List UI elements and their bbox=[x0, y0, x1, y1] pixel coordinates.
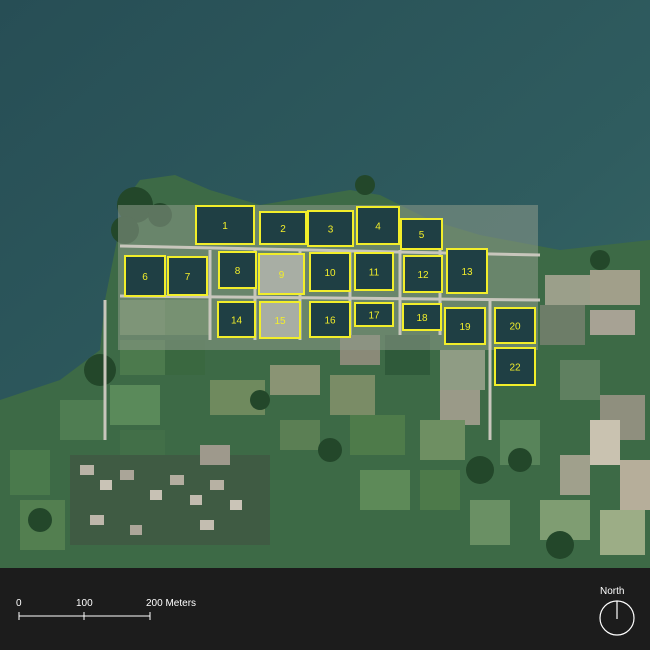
plot-label: 19 bbox=[459, 322, 471, 333]
plot-16: 16 bbox=[309, 301, 351, 338]
plot-14: 14 bbox=[217, 301, 256, 338]
plot-label: 14 bbox=[231, 316, 243, 327]
plot-10: 10 bbox=[309, 252, 351, 292]
plot-label: 7 bbox=[185, 272, 191, 283]
scale-label-100: 100 bbox=[76, 598, 93, 609]
scale-label-0: 0 bbox=[16, 598, 22, 609]
plot-label: 2 bbox=[280, 224, 286, 235]
plot-label: 20 bbox=[509, 322, 521, 333]
aerial-map: 1 2 3 4 5 6 7 8 9 10 11 12 13 14 15 16 17 18 19 20 22 bbox=[0, 0, 650, 568]
plot-4: 4 bbox=[356, 206, 400, 245]
plot-11: 11 bbox=[354, 252, 394, 291]
plot-label: 8 bbox=[235, 266, 241, 277]
plot-label: 18 bbox=[416, 313, 428, 324]
plot-label: 12 bbox=[417, 270, 429, 281]
plot-label: 3 bbox=[328, 225, 334, 236]
plot-13: 13 bbox=[446, 248, 488, 294]
plot-22: 22 bbox=[494, 347, 536, 386]
plot-20: 20 bbox=[494, 307, 536, 344]
scale-label-200: 200 Meters bbox=[146, 598, 197, 609]
plot-label: 11 bbox=[369, 268, 380, 279]
plot-18: 18 bbox=[402, 303, 442, 331]
plot-label: 9 bbox=[279, 270, 285, 281]
plot-2: 2 bbox=[259, 211, 307, 245]
plot-label: 1 bbox=[222, 221, 228, 232]
plot-7: 7 bbox=[167, 256, 208, 296]
plot-label: 22 bbox=[509, 363, 521, 374]
plot-12: 12 bbox=[403, 255, 443, 293]
plot-3: 3 bbox=[307, 210, 354, 247]
plot-8: 8 bbox=[218, 251, 257, 289]
plot-label: 13 bbox=[461, 267, 473, 278]
north-label: North bbox=[600, 586, 625, 597]
plot-15: 15 bbox=[259, 301, 301, 339]
scale-bar bbox=[18, 600, 635, 636]
plot-5: 5 bbox=[400, 218, 443, 250]
plot-17: 17 bbox=[354, 302, 394, 327]
north-arrow-icon bbox=[599, 600, 635, 636]
plot-label: 4 bbox=[375, 222, 381, 233]
village bbox=[70, 445, 270, 545]
map-footer: 0 100 200 Meters bbox=[0, 568, 650, 650]
plot-1: 1 bbox=[195, 205, 255, 245]
plot-label: 15 bbox=[274, 316, 286, 327]
plot-19: 19 bbox=[444, 307, 486, 345]
plot-label: 5 bbox=[419, 230, 425, 241]
plot-6: 6 bbox=[124, 255, 166, 297]
plot-label: 16 bbox=[324, 316, 336, 327]
plot-label: 17 bbox=[368, 311, 380, 322]
plot-label: 6 bbox=[142, 272, 148, 283]
map-canvas: 1 2 3 456 78 9 10 11 12 1314 15 16 17 1819 2022 bbox=[0, 0, 650, 568]
plot-9: 9 bbox=[258, 253, 305, 295]
plot-label: 10 bbox=[324, 268, 336, 279]
